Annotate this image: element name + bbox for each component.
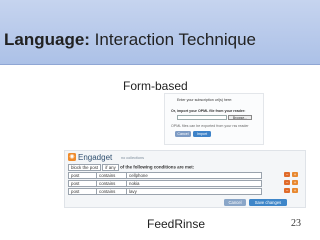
slide-title-bold: Language:	[4, 30, 90, 49]
opml-file-field[interactable]	[177, 115, 227, 120]
rule-value-input[interactable]: cellphone	[126, 172, 262, 179]
slide-title: Language: Interaction Technique	[4, 30, 256, 50]
remove-rule-button[interactable]: −	[284, 172, 290, 177]
rule-value-input[interactable]: lavy	[126, 188, 262, 195]
remove-rule-button[interactable]: −	[284, 188, 290, 193]
rule-operator-select[interactable]: contains	[96, 172, 128, 179]
rss-icon: ◉	[68, 153, 76, 161]
opml-hint: OPML files can be exported from your rss…	[171, 124, 249, 128]
block-select[interactable]: block the post	[68, 164, 102, 171]
rule-value-input[interactable]: nokia	[126, 180, 262, 187]
add-rule-button[interactable]: +	[292, 188, 298, 193]
rule-field-select[interactable]: post	[68, 180, 98, 187]
opml-import-label: Or, import your OPML file from your read…	[171, 109, 246, 113]
feed-title: Engadget	[78, 153, 113, 162]
rule-operator-select[interactable]: contains	[96, 188, 128, 195]
feed-subtitle: no collections	[121, 156, 145, 160]
rule-header: block the post if any of the following c…	[68, 164, 194, 171]
save-changes-button[interactable]: Save changes	[249, 199, 287, 206]
subscription-url-label: Enter your subscription url(s) here:	[177, 98, 233, 102]
rule-row: post contains cellphone − +	[68, 171, 304, 179]
rule-header-text: of the following conditions are met:	[120, 164, 195, 170]
browse-button[interactable]: Browse...	[228, 115, 252, 120]
subscription-form-screenshot: Enter your subscription url(s) here: Or,…	[164, 93, 264, 145]
filter-cancel-button[interactable]: Cancel	[224, 199, 246, 206]
form-import-button[interactable]: Import	[193, 131, 211, 137]
add-rule-button[interactable]: +	[292, 172, 298, 177]
rule-field-select[interactable]: post	[68, 188, 98, 195]
caption-form-based: Form-based	[123, 79, 188, 93]
slide-number: 23	[291, 218, 301, 229]
feedrinse-filter-screenshot: ◉ Engadget no collections block the post…	[64, 150, 306, 208]
form-cancel-button[interactable]: Cancel	[175, 131, 191, 137]
match-select[interactable]: if any	[102, 164, 119, 171]
rule-field-select[interactable]: post	[68, 172, 98, 179]
title-banner: Language: Interaction Technique	[0, 0, 320, 65]
caption-feedrinse: FeedRinse	[147, 217, 206, 231]
add-rule-button[interactable]: +	[292, 180, 298, 185]
rule-row: post contains lavy − +	[68, 187, 304, 195]
rule-row: post contains nokia − +	[68, 179, 304, 187]
rule-operator-select[interactable]: contains	[96, 180, 128, 187]
slide-title-rest: Interaction Technique	[89, 30, 256, 49]
remove-rule-button[interactable]: −	[284, 180, 290, 185]
